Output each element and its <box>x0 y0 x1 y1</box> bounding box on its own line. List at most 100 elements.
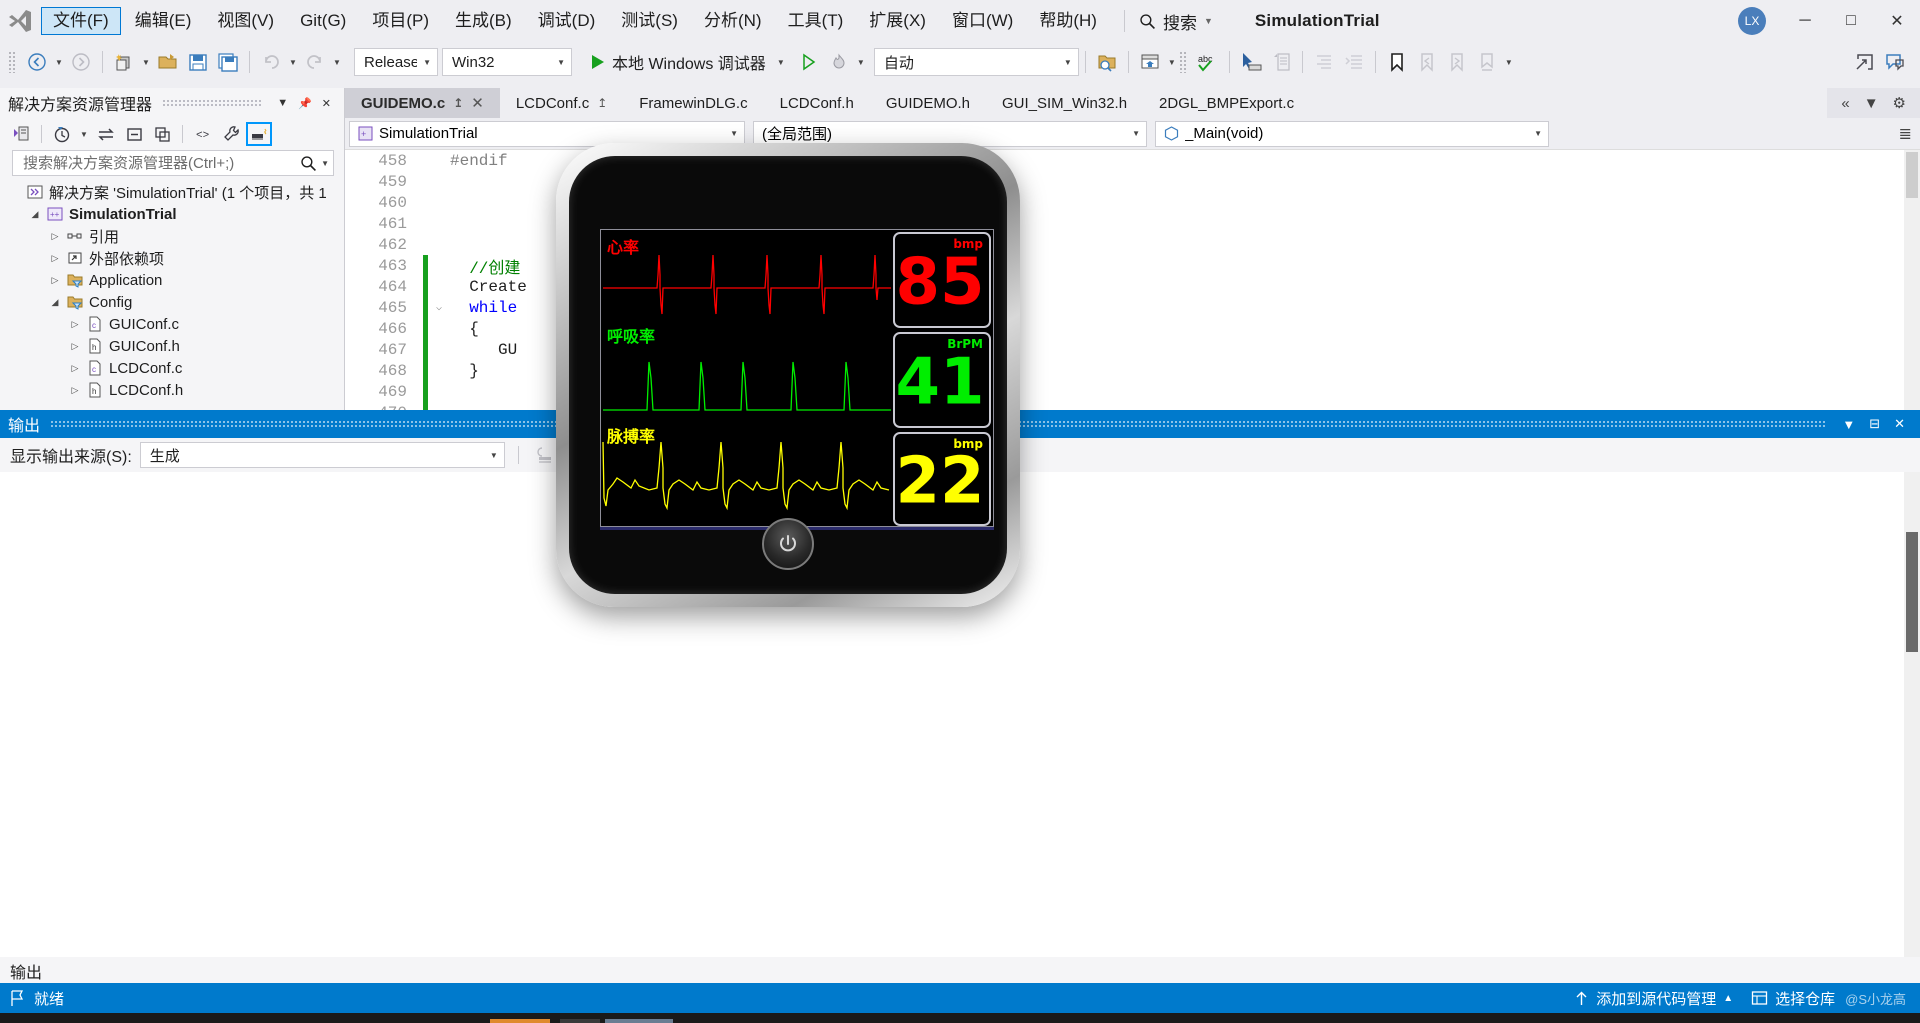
home-icon[interactable] <box>8 122 34 146</box>
menu-item-0[interactable]: 文件(F) <box>41 7 121 35</box>
scroll-tabs-left-icon[interactable]: « <box>1841 95 1849 112</box>
start-without-debugging-icon[interactable] <box>794 47 824 77</box>
expand-arrow-down-icon[interactable]: ◢ <box>46 297 64 308</box>
close-icon[interactable]: ✕ <box>471 94 484 112</box>
platform-combo[interactable]: Win32 ▼ <box>442 48 572 76</box>
expand-arrow-right-icon[interactable]: ▷ <box>46 231 64 242</box>
solution-explorer-search[interactable]: ▼ <box>12 150 334 176</box>
maximize-button[interactable]: □ <box>1828 0 1874 42</box>
close-icon[interactable]: ✕ <box>317 97 336 110</box>
find-in-files-icon[interactable] <box>1092 47 1122 77</box>
close-button[interactable]: ✕ <box>1874 0 1920 42</box>
toolbar-grip-2[interactable] <box>1178 51 1187 73</box>
menu-item-3[interactable]: Git(G) <box>288 7 358 35</box>
feedback-icon[interactable] <box>1880 47 1910 77</box>
fold-toggle[interactable]: ⌵ <box>428 302 450 314</box>
avatar[interactable]: LX <box>1738 7 1766 35</box>
pin-icon[interactable]: 📌 <box>293 97 317 110</box>
menu-item-4[interactable]: 项目(P) <box>360 7 441 35</box>
heart-rate-box[interactable]: bmp 85 <box>893 232 991 328</box>
toolbar-grip[interactable] <box>8 51 16 73</box>
pin-icon[interactable]: ↥ <box>597 96 607 110</box>
taskbar-item-active[interactable] <box>490 1019 550 1023</box>
new-project-dropdown-icon[interactable]: ▼ <box>139 58 153 67</box>
menu-item-1[interactable]: 编辑(E) <box>123 7 204 35</box>
tree-item[interactable]: ▷ h LCDConf.h <box>6 379 344 401</box>
tab-guidemo-h[interactable]: GUIDEMO.h <box>870 88 986 118</box>
pin-icon[interactable]: ↥ <box>453 96 463 110</box>
member-scope-combo[interactable]: _Main(void) ▼ <box>1155 120 1549 147</box>
tab-lcdconf-c[interactable]: LCDConf.c ↥ <box>500 88 623 118</box>
spellcheck-abc-icon[interactable]: abc <box>1193 47 1223 77</box>
collapse-all-icon[interactable] <box>121 122 147 146</box>
tab-settings-icon[interactable]: ⚙ <box>1893 94 1906 112</box>
tab-2dgl-bmpexport-c[interactable]: 2DGL_BMPExport.c <box>1143 88 1310 118</box>
expand-arrow-right-icon[interactable]: ▷ <box>46 275 64 286</box>
taskbar-item-1[interactable] <box>560 1019 600 1023</box>
tree-item[interactable]: ▷ 引用 <box>6 225 344 247</box>
tree-item[interactable]: ◢ Config <box>6 291 344 313</box>
tree-item[interactable]: ▷ Application <box>6 269 344 291</box>
menu-item-10[interactable]: 扩展(X) <box>857 7 938 35</box>
pending-changes-icon[interactable] <box>49 122 75 146</box>
back-dropdown-icon[interactable]: ▼ <box>52 58 66 67</box>
expand-arrow-right-icon[interactable]: ▷ <box>66 319 84 330</box>
output-source-combo[interactable]: 生成 ▼ <box>139 442 505 468</box>
wrench-icon[interactable] <box>218 122 244 146</box>
quick-search[interactable]: 搜索 ▼ <box>1139 9 1213 34</box>
expand-arrow-right-icon[interactable]: ▷ <box>66 341 84 352</box>
editor-scrollbar-thumb[interactable] <box>1906 152 1918 198</box>
lcd-screen[interactable]: 心率 呼吸率 脉搏率 bmp 85 BrPM 41 bmp 22 <box>600 229 994 527</box>
open-file-icon[interactable] <box>153 47 183 77</box>
taskbar-item-2[interactable] <box>605 1019 673 1023</box>
expand-arrow-right-icon[interactable]: ▷ <box>66 363 84 374</box>
menu-item-7[interactable]: 测试(S) <box>609 7 690 35</box>
respiration-rate-box[interactable]: BrPM 41 <box>893 332 991 428</box>
tab-guidemo-c[interactable]: GUIDEMO.c ↥ ✕ <box>345 88 500 118</box>
solution-explorer-dropdown-icon[interactable]: ▼ <box>1165 58 1179 67</box>
chevron-down-icon[interactable]: ▼ <box>272 97 293 109</box>
output-footer-tab[interactable]: 输出 <box>0 957 43 985</box>
chevron-down-icon[interactable]: ▼ <box>1204 16 1213 26</box>
back-arrow-icon[interactable] <box>22 47 52 77</box>
tree-item[interactable]: ▷ c LCDConf.c <box>6 357 344 379</box>
configuration-combo[interactable]: Release ▼ <box>354 48 438 76</box>
tab-lcdconf-h[interactable]: LCDConf.h <box>764 88 870 118</box>
tab-framewindlg-c[interactable]: FramewinDLG.c <box>623 88 763 118</box>
solution-explorer-icon[interactable] <box>1135 47 1165 77</box>
chevron-down-icon[interactable]: ▼ <box>1835 417 1862 432</box>
menu-item-8[interactable]: 分析(N) <box>692 7 774 35</box>
tab-list-icon[interactable]: ▼ <box>1864 95 1879 112</box>
chevron-down-icon[interactable]: ▼ <box>317 159 329 168</box>
menu-item-2[interactable]: 视图(V) <box>205 7 286 35</box>
tree-item[interactable]: ▷ h GUIConf.h <box>6 335 344 357</box>
properties-icon[interactable] <box>149 122 175 146</box>
attach-combo[interactable]: 自动 ▼ <box>873 48 1079 76</box>
tree-item[interactable]: ◢ ++ SimulationTrial <box>6 203 344 225</box>
source-control-button[interactable]: 添加到源代码管理 ▲ <box>1574 988 1733 1009</box>
tree-item[interactable]: ▷ c GUIConf.c <box>6 313 344 335</box>
expand-arrow-down-icon[interactable]: ◢ <box>26 209 44 220</box>
pending-changes-dropdown-icon[interactable]: ▼ <box>77 130 91 139</box>
minimize-button[interactable]: ─ <box>1782 0 1828 42</box>
new-project-icon[interactable] <box>109 47 139 77</box>
tree-item[interactable]: 解决方案 'SimulationTrial' (1 个项目，共 1 <box>6 181 344 203</box>
menu-item-5[interactable]: 生成(B) <box>443 7 524 35</box>
expand-arrow-right-icon[interactable]: ▷ <box>46 253 64 264</box>
editor-vertical-scrollbar[interactable] <box>1904 150 1920 410</box>
start-debug-button[interactable]: 本地 Windows 调试器 ▼ <box>586 50 794 74</box>
close-icon[interactable]: ✕ <box>1887 416 1912 432</box>
share-icon[interactable] <box>1850 47 1880 77</box>
sync-with-active-document-icon[interactable] <box>93 122 119 146</box>
search-icon[interactable] <box>300 155 317 172</box>
toolbar-overflow-icon[interactable]: ▼ <box>1502 58 1516 67</box>
preview-selected-items-icon[interactable] <box>246 122 272 146</box>
pointer-icon[interactable] <box>1236 47 1266 77</box>
chevron-up-icon[interactable]: ▲ <box>1723 993 1733 1004</box>
output-vertical-scrollbar[interactable] <box>1904 472 1920 957</box>
save-icon[interactable] <box>183 47 213 77</box>
power-button[interactable] <box>762 518 814 570</box>
expand-arrow-right-icon[interactable]: ▷ <box>66 385 84 396</box>
panel-drag-handle[interactable] <box>162 99 263 107</box>
medical-monitor-simulator[interactable]: 心率 呼吸率 脉搏率 bmp 85 BrPM 41 bmp 22 <box>556 143 1020 607</box>
